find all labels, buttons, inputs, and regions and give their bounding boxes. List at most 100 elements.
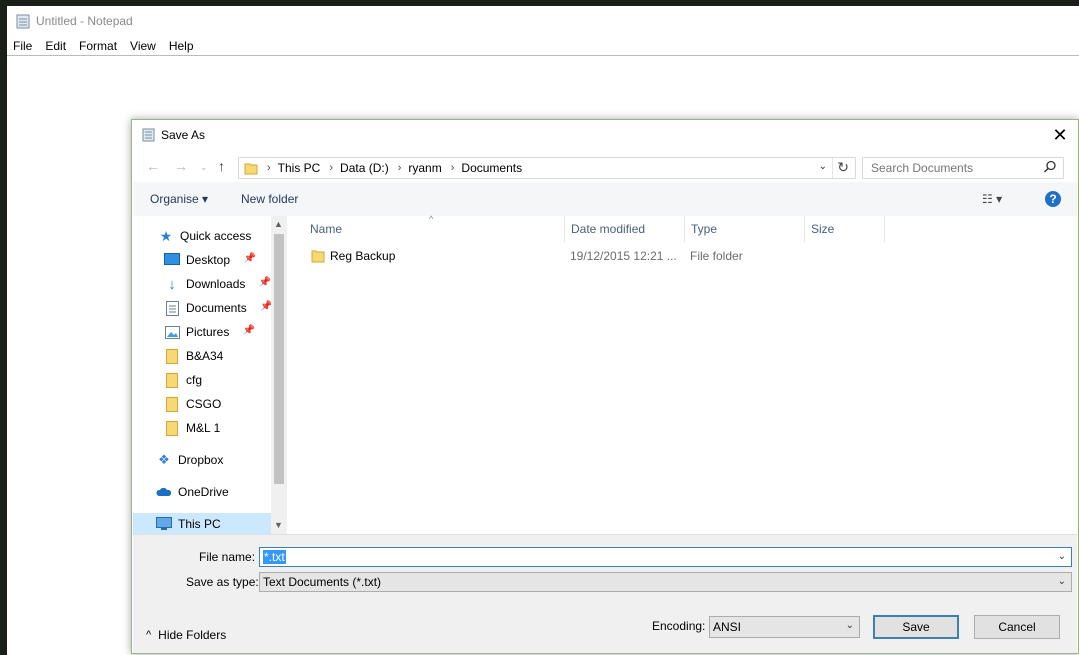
scroll-thumb[interactable] [274, 234, 284, 484]
menu-edit[interactable]: Edit [39, 39, 73, 53]
chevron-right-icon: › [397, 162, 402, 174]
dropbox-icon: ❖ [158, 452, 170, 467]
chevron-up-icon: ^ [146, 629, 152, 641]
cancel-button[interactable]: Cancel [974, 615, 1060, 639]
nav-label: OneDrive [178, 485, 229, 499]
folder-icon [164, 396, 180, 412]
folder-icon [311, 250, 325, 263]
file-row[interactable]: Reg Backup 19/12/2015 12:21 ... File fol… [306, 245, 906, 267]
notepad-menubar: File Edit Format View Help [7, 36, 1079, 56]
address-bar[interactable]: › This PC › Data (D:) › ryanm › Document… [238, 157, 856, 179]
refresh-icon[interactable]: ↻ [837, 159, 849, 176]
help-icon[interactable]: ? [1045, 191, 1061, 207]
search-box[interactable] [862, 157, 1064, 179]
nav-pictures[interactable]: Pictures 📌 [164, 321, 255, 343]
save-as-dialog: Save As ✕ ← → ⌄ ↑ › This PC › Data (D:) … [131, 119, 1079, 654]
recent-locations-chevron-icon[interactable]: ⌄ [200, 162, 208, 173]
nav-folder-cfg[interactable]: cfg [164, 369, 202, 391]
search-icon[interactable] [1043, 160, 1057, 174]
file-date: 19/12/2015 12:21 ... [570, 249, 677, 263]
notepad-icon [16, 14, 30, 28]
pin-icon[interactable]: 📌 [244, 253, 256, 264]
file-type: File folder [690, 249, 743, 263]
chevron-down-icon[interactable]: ⌄ [846, 620, 854, 631]
notepad-icon [142, 128, 155, 142]
back-arrow-icon[interactable]: ← [146, 158, 160, 174]
dialog-toolbar: Organise ▾ New folder ☷ ▾ ? [133, 182, 1077, 216]
menu-file[interactable]: File [7, 39, 39, 53]
chevron-right-icon: › [450, 162, 455, 174]
nav-desktop[interactable]: Desktop 📌 [164, 249, 256, 271]
file-list: ^ Name Date modified Type Size Reg Backu… [289, 214, 1077, 534]
folder-icon [164, 348, 180, 364]
folder-icon [164, 372, 180, 388]
column-name[interactable]: Name [304, 216, 565, 242]
star-icon: ★ [159, 227, 173, 244]
hide-folders-button[interactable]: ^ Hide Folders [146, 628, 226, 642]
column-date-modified[interactable]: Date modified [565, 216, 685, 242]
scroll-up-icon[interactable]: ▲ [274, 219, 283, 229]
nav-documents[interactable]: Documents 📌 [164, 297, 273, 319]
folder-icon [244, 163, 258, 175]
chevron-down-icon[interactable]: ⌄ [1058, 551, 1066, 562]
nav-scrollbar[interactable]: ▲ ▼ [271, 216, 287, 534]
column-size[interactable]: Size [805, 216, 885, 242]
nav-label: M&L 1 [186, 421, 221, 435]
close-icon[interactable]: ✕ [1050, 125, 1070, 145]
nav-folder-ba34[interactable]: B&A34 [164, 345, 223, 367]
change-view-icon[interactable]: ☷ ▾ [982, 192, 1002, 206]
menu-format[interactable]: Format [73, 39, 124, 53]
nav-onedrive[interactable]: OneDrive [156, 481, 229, 503]
nav-label: Downloads [186, 277, 246, 291]
column-type[interactable]: Type [685, 216, 805, 242]
encoding-value: ANSI [713, 620, 742, 634]
nav-folder-csgo[interactable]: CSGO [164, 393, 221, 415]
refresh-divider [832, 158, 833, 178]
pin-icon[interactable]: 📌 [243, 325, 255, 336]
forward-arrow-icon[interactable]: → [174, 158, 188, 174]
nav-quick-access[interactable]: ★ Quick access [158, 225, 252, 247]
navigation-row: ← → ⌄ ↑ › This PC › Data (D:) › ryanm › … [132, 153, 1078, 181]
desktop-icon [164, 252, 180, 268]
chevron-down-icon[interactable]: ⌄ [819, 161, 827, 172]
breadcrumb-data-d[interactable]: Data (D:) [340, 161, 389, 175]
cloud-icon [156, 484, 172, 500]
search-input[interactable] [869, 160, 1043, 176]
nav-dropbox[interactable]: ❖ Dropbox [156, 449, 223, 471]
organise-button[interactable]: Organise ▾ [150, 192, 208, 206]
computer-icon [156, 516, 172, 532]
breadcrumb-ryanm[interactable]: ryanm [408, 161, 441, 175]
nav-downloads[interactable]: ↓ Downloads 📌 [164, 273, 271, 295]
pin-icon[interactable]: 📌 [259, 277, 271, 288]
encoding-select[interactable]: ANSI ⌄ [709, 616, 860, 638]
hide-folders-label: Hide Folders [158, 628, 227, 642]
nav-this-pc[interactable]: This PC [133, 513, 272, 535]
new-folder-button[interactable]: New folder [241, 192, 298, 206]
save-as-type-select[interactable]: Text Documents (*.txt) ⌄ [259, 572, 1072, 592]
save-as-type-value: Text Documents (*.txt) [263, 575, 382, 589]
nav-folder-ml1[interactable]: M&L 1 [164, 417, 220, 439]
scroll-down-icon[interactable]: ▼ [274, 520, 283, 530]
notepad-titlebar: Untitled - Notepad [7, 6, 1079, 36]
nav-label: cfg [186, 373, 203, 387]
chevron-right-icon: › [329, 162, 334, 174]
nav-label: Documents [186, 301, 247, 315]
up-arrow-icon[interactable]: ↑ [218, 158, 225, 174]
breadcrumb-documents[interactable]: Documents [461, 161, 522, 175]
nav-label: B&A34 [186, 349, 224, 363]
breadcrumb-this-pc[interactable]: This PC [278, 161, 321, 175]
menu-view[interactable]: View [124, 39, 163, 53]
menu-help[interactable]: Help [163, 39, 201, 53]
notepad-title: Untitled - Notepad [36, 14, 133, 28]
chevron-down-icon[interactable]: ⌄ [1058, 576, 1066, 587]
save-button[interactable]: Save [873, 615, 959, 639]
navigation-pane: ★ Quick access Desktop 📌 ↓ Downloads 📌 D… [133, 216, 288, 535]
encoding-label: Encoding: [652, 619, 706, 633]
file-name-label: File name: [199, 550, 256, 564]
nav-label: Dropbox [178, 453, 224, 467]
folder-icon [164, 420, 180, 436]
nav-label: CSGO [186, 397, 222, 411]
file-name-field[interactable]: *.txt ⌄ [259, 547, 1072, 567]
nav-label: Quick access [180, 229, 252, 243]
file-name-value: *.txt [263, 550, 286, 564]
